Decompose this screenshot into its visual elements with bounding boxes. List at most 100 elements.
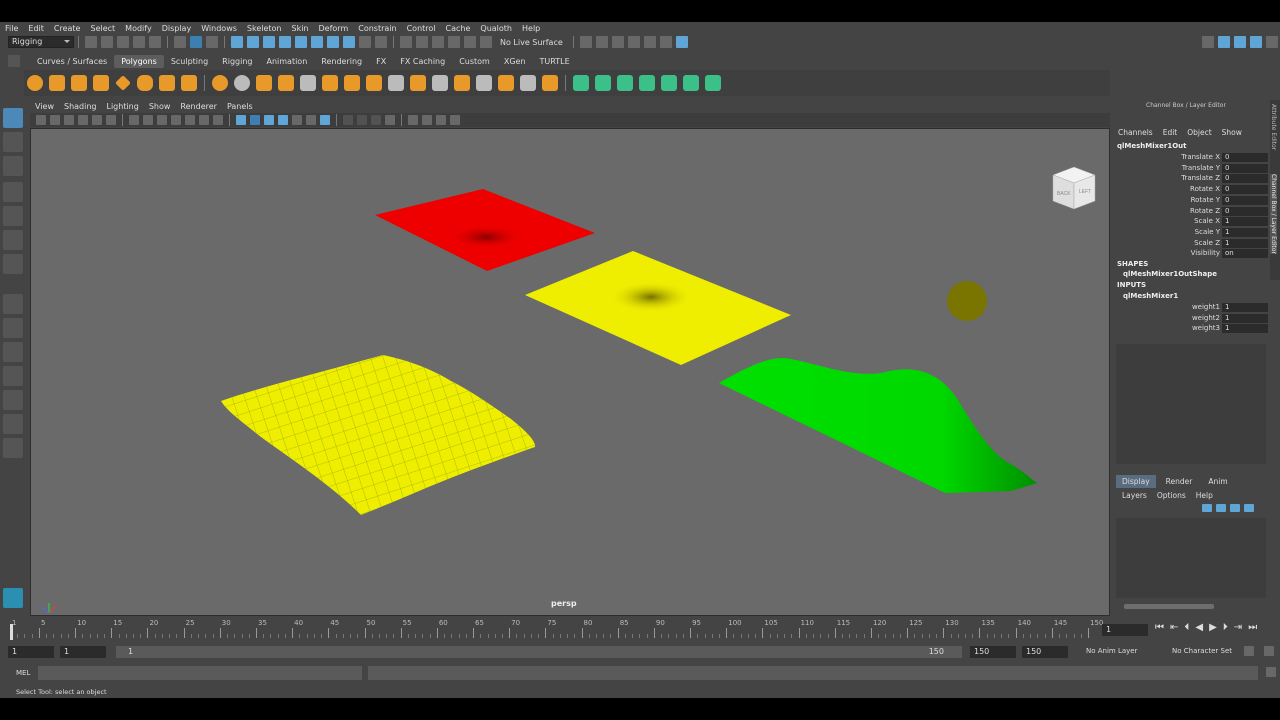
go-to-start-icon[interactable]: ⏮ xyxy=(1155,622,1164,633)
shelf-tab-rendering[interactable]: Rendering xyxy=(314,55,369,68)
input-attr-value[interactable]: 1 xyxy=(1222,303,1268,312)
shadows-icon[interactable] xyxy=(306,115,316,125)
viewport-menu-renderer[interactable]: Renderer xyxy=(175,102,222,111)
extrude-icon[interactable] xyxy=(344,75,360,91)
mirror-icon[interactable] xyxy=(300,75,316,91)
input-name[interactable]: qlMeshMixer1 xyxy=(1123,292,1178,300)
attr-value[interactable]: 1 xyxy=(1222,217,1268,227)
command-input[interactable] xyxy=(38,666,362,680)
attr-value[interactable]: 0 xyxy=(1222,174,1268,184)
attribute-editor-side-tab[interactable]: Attribute Editor xyxy=(1270,104,1277,150)
select-by-curve-icon[interactable] xyxy=(263,36,275,48)
xray-joints-icon[interactable] xyxy=(422,115,432,125)
ipr-render-icon[interactable] xyxy=(611,36,624,48)
poly-plane-icon[interactable] xyxy=(115,75,131,91)
snap-live-icon[interactable] xyxy=(464,36,476,48)
select-by-misc-icon[interactable] xyxy=(343,36,355,48)
highlight-selection-icon[interactable] xyxy=(375,36,387,48)
anti-aliasing-icon[interactable] xyxy=(357,115,367,125)
undo-icon[interactable] xyxy=(133,36,145,48)
select-component-icon[interactable] xyxy=(206,36,218,48)
shelf-tab-custom[interactable]: Custom xyxy=(452,55,497,68)
xray-components-icon[interactable] xyxy=(436,115,446,125)
play-backwards-icon[interactable]: ◀ xyxy=(1195,622,1203,633)
render-view-icon[interactable] xyxy=(659,36,672,48)
render-history-icon[interactable] xyxy=(579,36,592,48)
persp-outliner-layout-icon[interactable] xyxy=(3,342,23,362)
smooth-shade-icon[interactable] xyxy=(250,115,260,125)
input-attr-value[interactable]: 1 xyxy=(1222,324,1268,334)
attr-label[interactable]: Translate X xyxy=(1181,153,1220,161)
viewport-menu-show[interactable]: Show xyxy=(144,102,176,111)
input-attr-label[interactable]: weight3 xyxy=(1192,324,1220,332)
input-attr-label[interactable]: weight2 xyxy=(1192,314,1220,322)
film-gate-icon[interactable] xyxy=(143,115,153,125)
save-scene-icon[interactable] xyxy=(117,36,129,48)
view-cube-back-label[interactable]: BACK xyxy=(1057,191,1071,197)
move-layer-down-icon[interactable] xyxy=(1216,504,1226,512)
snap-curve-icon[interactable] xyxy=(416,36,428,48)
time-slider[interactable]: 1 5 10 15 20 25 30 35 40 45 50 55 60 65 70 75 80 85 90 95 10… xyxy=(0,618,1280,642)
poly-cone-icon[interactable] xyxy=(93,75,109,91)
viewport-menu-view[interactable]: View xyxy=(30,102,59,111)
playback-end-field[interactable]: 150 xyxy=(970,646,1016,658)
menu-file[interactable]: File xyxy=(0,24,23,33)
channel-box-side-tab[interactable]: Channel Box / Layer Editor xyxy=(1270,174,1277,254)
new-empty-layer-icon[interactable] xyxy=(1230,504,1240,512)
spherical-uv-icon[interactable] xyxy=(617,75,633,91)
attr-label[interactable]: Translate Z xyxy=(1181,174,1220,182)
snap-point-icon[interactable] xyxy=(432,36,444,48)
lock-selection-icon[interactable] xyxy=(359,36,371,48)
current-time-marker[interactable] xyxy=(10,624,13,640)
gate-mask-icon[interactable] xyxy=(171,115,181,125)
character-set-dropdown[interactable]: No Character Set xyxy=(1172,647,1232,655)
new-scene-icon[interactable] xyxy=(85,36,97,48)
step-forward-key-icon[interactable]: ⇥ xyxy=(1234,622,1242,633)
paint-select-tool-icon[interactable] xyxy=(3,156,23,176)
separate-icon[interactable] xyxy=(234,75,250,91)
viewport-menu-lighting[interactable]: Lighting xyxy=(101,102,143,111)
snap-grid-icon[interactable] xyxy=(400,36,412,48)
menu-constrain[interactable]: Constrain xyxy=(353,24,401,33)
grease-pencil-icon[interactable] xyxy=(106,115,116,125)
layout-extra2-icon[interactable] xyxy=(3,438,23,458)
resolution-gate-icon[interactable] xyxy=(157,115,167,125)
attr-label[interactable]: Scale X xyxy=(1194,217,1220,225)
ambient-occlusion-icon[interactable] xyxy=(320,115,330,125)
uv-layout-icon[interactable] xyxy=(683,75,699,91)
select-by-deformer-icon[interactable] xyxy=(295,36,307,48)
safe-title-icon[interactable] xyxy=(213,115,223,125)
boolean-icon[interactable] xyxy=(278,75,294,91)
lasso-tool-icon[interactable] xyxy=(3,132,23,152)
attr-label[interactable]: Scale Y xyxy=(1195,228,1220,236)
animation-start-field[interactable]: 1 xyxy=(8,646,54,658)
shelf-tab-curves-surfaces[interactable]: Curves / Surfaces xyxy=(30,55,114,68)
menu-edit[interactable]: Edit xyxy=(23,24,49,33)
attr-label[interactable]: Rotate Y xyxy=(1191,196,1220,204)
quad-draw-icon[interactable] xyxy=(542,75,558,91)
layer-menu-help[interactable]: Help xyxy=(1196,491,1213,500)
fill-hole-icon[interactable] xyxy=(498,75,514,91)
attr-value[interactable]: on xyxy=(1222,249,1268,259)
poly-cube-icon[interactable] xyxy=(49,75,65,91)
shelf-tab-polygons[interactable]: Polygons xyxy=(114,54,164,68)
input-attr-value[interactable]: 1 xyxy=(1222,313,1268,323)
shelf-tab-animation[interactable]: Animation xyxy=(259,55,314,68)
poly-cylinder-icon[interactable] xyxy=(71,75,87,91)
sidebar-toggle-icon[interactable] xyxy=(1202,36,1214,48)
bridge-icon[interactable] xyxy=(366,75,382,91)
animation-end-field[interactable]: 150 xyxy=(1022,646,1068,658)
playblast-icon[interactable] xyxy=(675,36,688,48)
select-by-render-icon[interactable] xyxy=(327,36,339,48)
shelf-menu-icon[interactable] xyxy=(8,55,20,67)
isolate-select-icon[interactable] xyxy=(385,115,395,125)
cylindrical-uv-icon[interactable] xyxy=(595,75,611,91)
input-attr-label[interactable]: weight1 xyxy=(1192,303,1220,311)
select-by-handle-icon[interactable] xyxy=(231,36,243,48)
shelf-tab-turtle[interactable]: TURTLE xyxy=(533,55,577,68)
shelf-tab-rigging[interactable]: Rigging xyxy=(215,55,259,68)
green-plane-mesh[interactable] xyxy=(719,358,1037,493)
channel-menu-channels[interactable]: Channels xyxy=(1118,128,1153,137)
attribute-editor-toggle-icon[interactable] xyxy=(1234,36,1246,48)
auto-key-icon[interactable] xyxy=(1244,646,1254,656)
